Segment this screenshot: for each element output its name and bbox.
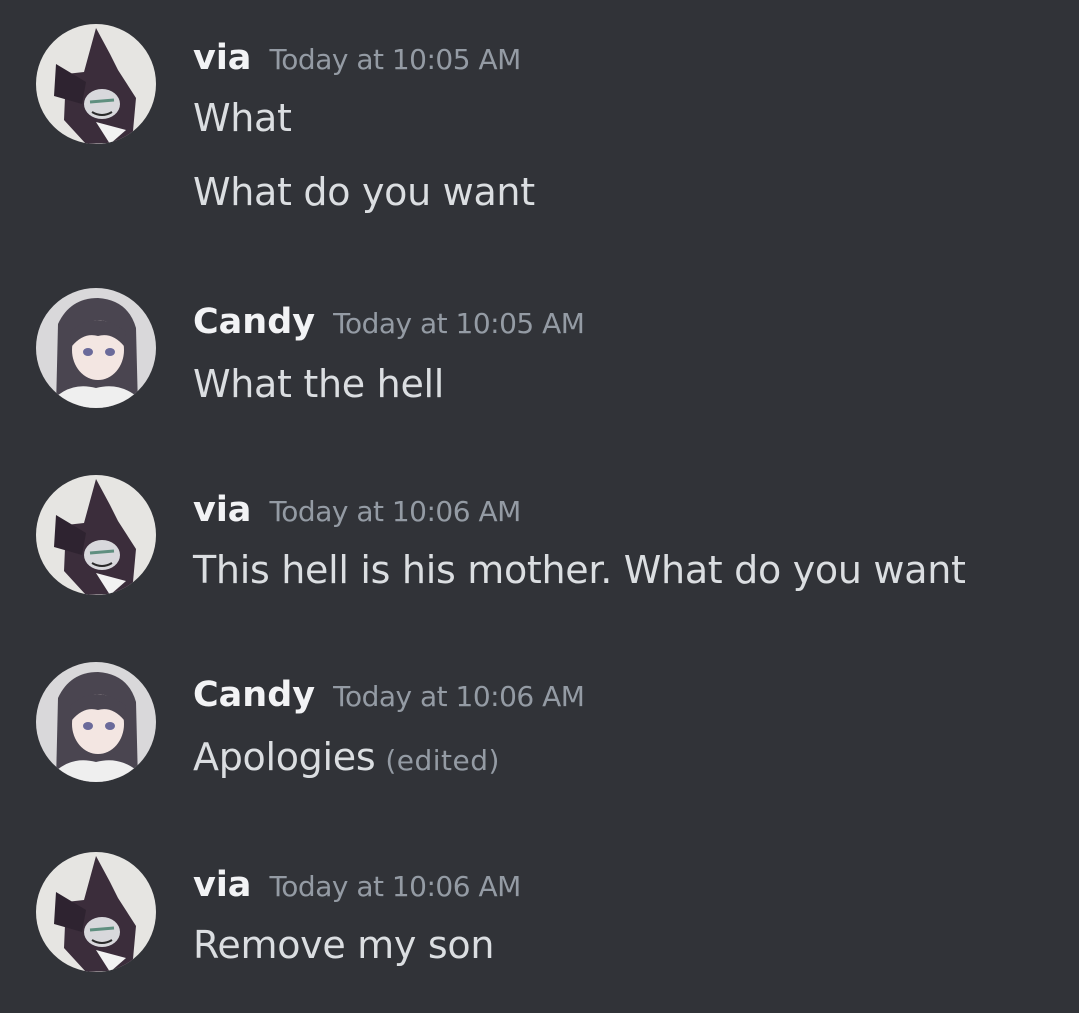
username[interactable]: Candy [193,675,315,715]
username[interactable]: via [193,865,251,905]
message-header: Candy Today at 10:06 AM [193,675,585,715]
message-group: via Today at 10:05 AM What What do you wa… [0,0,1079,250]
message-text: What [193,96,292,140]
message-header: via Today at 10:05 AM [193,38,521,78]
message-header: via Today at 10:06 AM [193,490,521,530]
via-avatar-icon[interactable] [36,24,156,144]
message-text: What do you want [193,170,535,214]
message-group: Candy Today at 10:05 AM What the hell [0,270,1079,430]
message-group: via Today at 10:06 AM This hell is his mo… [0,455,1079,615]
candy-avatar-icon[interactable] [36,662,156,782]
via-avatar-icon[interactable] [36,475,156,595]
message-text: Apologies (edited) [193,735,500,779]
timestamp[interactable]: Today at 10:06 AM [269,495,521,528]
timestamp[interactable]: Today at 10:05 AM [333,307,585,340]
timestamp[interactable]: Today at 10:06 AM [269,870,521,903]
message-body: Apologies [193,735,376,779]
message-header: Candy Today at 10:05 AM [193,302,585,342]
message-group: via Today at 10:06 AM Remove my son [0,830,1079,1010]
message-group: Candy Today at 10:06 AM Apologies (edited) [0,640,1079,800]
edited-label[interactable]: (edited) [385,744,500,777]
timestamp[interactable]: Today at 10:05 AM [269,43,521,76]
timestamp[interactable]: Today at 10:06 AM [333,680,585,713]
message-text: What the hell [193,362,445,406]
message-text: Remove my son [193,923,495,967]
message-header: via Today at 10:06 AM [193,865,521,905]
username[interactable]: Candy [193,302,315,342]
username[interactable]: via [193,490,251,530]
message-text: This hell is his mother. What do you wan… [193,548,966,592]
via-avatar-icon[interactable] [36,852,156,972]
username[interactable]: via [193,38,251,78]
candy-avatar-icon[interactable] [36,288,156,408]
